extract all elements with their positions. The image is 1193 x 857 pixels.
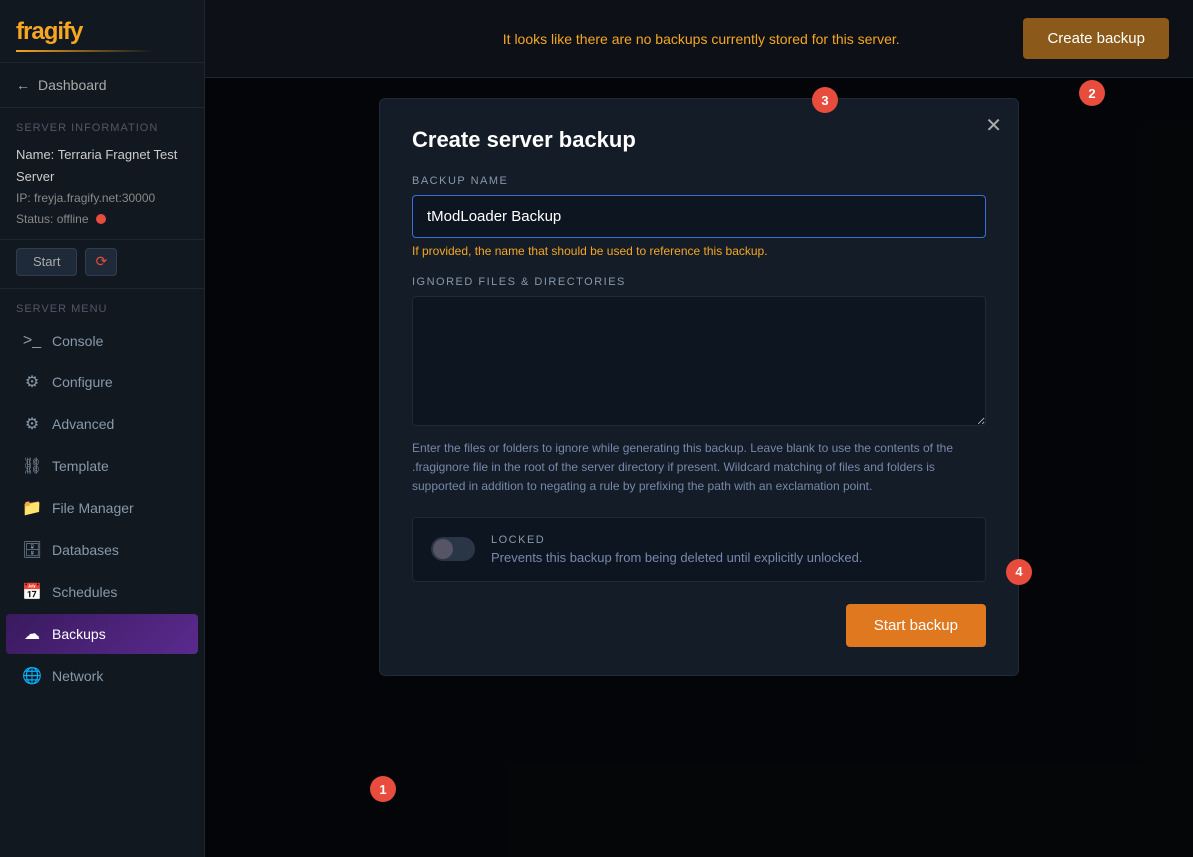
logo-underline — [16, 50, 154, 52]
server-name: Name: Terraria Fragnet Test Server — [16, 144, 188, 188]
back-arrow-icon: ← — [16, 77, 30, 93]
server-menu-label: Server Menu — [0, 289, 204, 321]
schedules-icon: 📅 — [22, 582, 42, 602]
step-3-badge: 3 — [812, 87, 838, 113]
sidebar-item-label: Network — [52, 668, 103, 684]
sidebar-item-databases[interactable]: 🗄 Databases — [6, 530, 198, 570]
databases-icon: 🗄 — [22, 540, 42, 560]
start-backup-button[interactable]: Start backup — [846, 604, 986, 647]
file-manager-icon: 📁 — [22, 498, 42, 518]
sidebar-item-label: Databases — [52, 542, 119, 558]
sidebar-item-advanced[interactable]: ⚙ Advanced — [6, 404, 198, 444]
sidebar-item-label: File Manager — [52, 500, 134, 516]
console-icon: >_ — [22, 332, 42, 350]
logo-prefix: fra — [16, 18, 44, 45]
step-4-badge: 4 — [1006, 559, 1032, 585]
configure-icon: ⚙ — [22, 372, 42, 392]
step-1-badge: 1 — [370, 776, 396, 802]
sidebar-item-label: Schedules — [52, 584, 117, 600]
locked-section: LOCKED Prevents this backup from being d… — [412, 517, 986, 582]
sidebar-item-schedules[interactable]: 📅 Schedules — [6, 572, 198, 612]
main-content: It looks like there are no backups curre… — [205, 0, 1193, 857]
sidebar-item-label: Backups — [52, 626, 106, 642]
logo-suffix: gify — [44, 18, 83, 45]
restart-icon: ⟳ — [96, 253, 108, 270]
backups-icon: ☁ — [22, 624, 42, 644]
advanced-icon: ⚙ — [22, 414, 42, 434]
restart-button[interactable]: ⟳ — [85, 248, 117, 276]
sidebar-item-file-manager[interactable]: 📁 File Manager — [6, 488, 198, 528]
sidebar-item-label: Configure — [52, 374, 113, 390]
server-ip: IP: freyja.fragify.net:30000 — [16, 188, 188, 208]
ignored-files-label: IGNORED FILES & DIRECTORIES — [412, 276, 986, 288]
sidebar-item-configure[interactable]: ⚙ Configure — [6, 362, 198, 402]
sidebar-item-network[interactable]: 🌐 Network — [6, 656, 198, 696]
server-info: Name: Terraria Fragnet Test Server IP: f… — [0, 140, 204, 240]
status-indicator — [96, 214, 106, 224]
logo-text: fragify — [16, 18, 188, 46]
logo: fragify — [0, 0, 204, 63]
sidebar-item-console[interactable]: >_ Console — [6, 322, 198, 360]
step-2-badge: 2 — [1079, 80, 1105, 106]
toggle-knob — [433, 539, 453, 559]
server-status: Status: offline — [16, 209, 188, 229]
ignored-files-hint: Enter the files or folders to ignore whi… — [412, 439, 986, 497]
modal-close-button[interactable]: ✕ — [985, 113, 1002, 138]
network-icon: 🌐 — [22, 666, 42, 686]
locked-desc: Prevents this backup from being deleted … — [491, 550, 967, 565]
backup-name-label: BACKUP NAME — [412, 175, 986, 187]
sidebar-item-template[interactable]: ⛓ Template — [6, 446, 198, 486]
sidebar-item-label: Console — [52, 333, 103, 349]
modal-title: Create server backup — [412, 127, 986, 153]
server-info-label: Server Information — [0, 108, 204, 140]
create-backup-modal: ✕ 3 4 Create server backup BACKUP NAME I… — [379, 98, 1019, 676]
sidebar-item-label: Template — [52, 458, 109, 474]
server-actions: Start ⟳ — [0, 240, 204, 289]
back-label: Dashboard — [38, 77, 107, 93]
start-button[interactable]: Start — [16, 248, 77, 276]
template-icon: ⛓ — [22, 456, 42, 476]
create-backup-button[interactable]: Create backup — [1023, 18, 1169, 59]
locked-toggle[interactable] — [431, 537, 475, 561]
sidebar-item-label: Advanced — [52, 416, 114, 432]
backup-name-hint: If provided, the name that should be use… — [412, 244, 986, 258]
backup-name-input[interactable] — [412, 195, 986, 238]
back-to-dashboard[interactable]: ← Dashboard — [0, 63, 204, 108]
sidebar: fragify ← Dashboard Server Information N… — [0, 0, 205, 857]
topbar: It looks like there are no backups curre… — [205, 0, 1193, 78]
ignored-files-textarea[interactable] — [412, 296, 986, 426]
locked-info: LOCKED Prevents this backup from being d… — [491, 534, 967, 565]
locked-label: LOCKED — [491, 534, 967, 546]
content-area: 2 1 ✕ 3 4 Create server backup BACKUP NA… — [205, 78, 1193, 857]
sidebar-item-backups[interactable]: ☁ Backups — [6, 614, 198, 654]
modal-overlay: ✕ 3 4 Create server backup BACKUP NAME I… — [205, 78, 1193, 857]
no-backups-message: It looks like there are no backups curre… — [379, 31, 1023, 47]
